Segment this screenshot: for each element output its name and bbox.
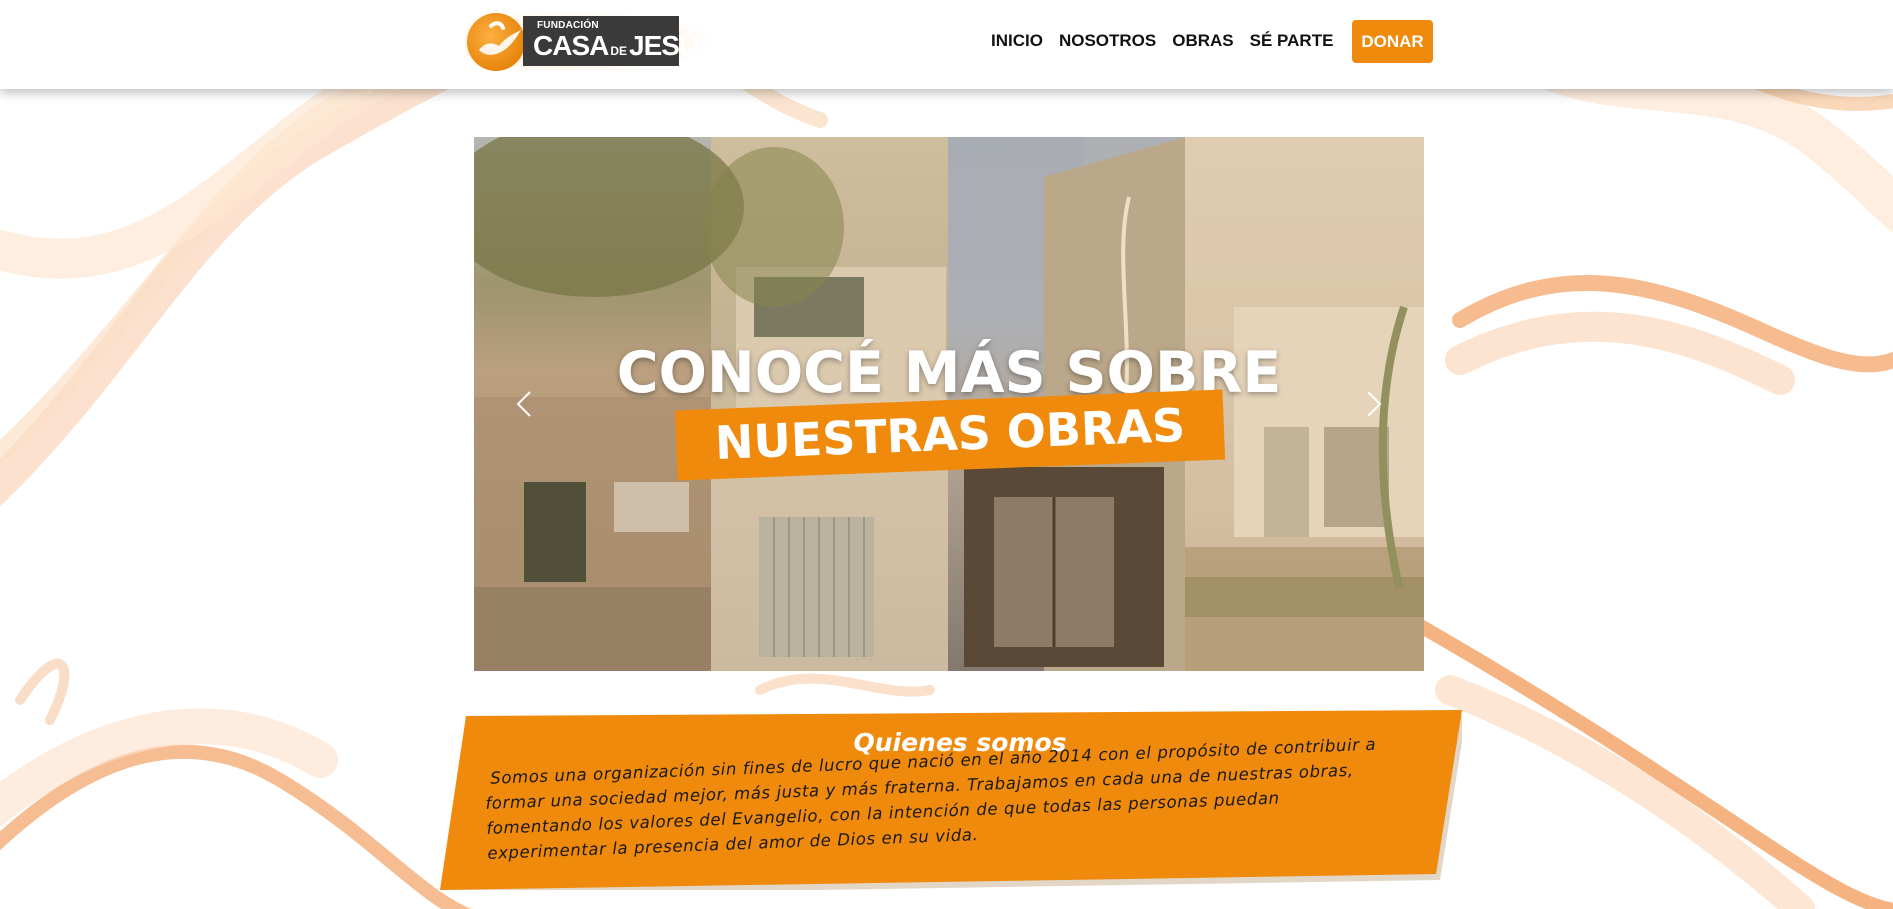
chevron-right-icon[interactable]: [1358, 389, 1388, 419]
nav-item-inicio[interactable]: INICIO: [991, 31, 1043, 51]
nav-item-se-parte[interactable]: SÉ PARTE: [1250, 31, 1334, 51]
nav-item-obras[interactable]: OBRAS: [1172, 31, 1233, 51]
logo-text-part2: DE: [610, 44, 628, 58]
donate-button[interactable]: DONAR: [1352, 20, 1433, 63]
nav-item-nosotros[interactable]: NOSOTROS: [1059, 31, 1156, 51]
logo-text-part1: CASA: [533, 30, 609, 61]
logo-text-big: CASA DEJESÚS: [533, 30, 717, 62]
main-nav: INICIO NOSOTROS OBRAS SÉ PARTE: [991, 31, 1349, 51]
hand-icon: [479, 21, 521, 55]
hero-slider[interactable]: CONOCÉ MÁS SOBRE NUESTRAS OBRAS: [474, 137, 1424, 671]
logo-text-part3: JESÚS: [629, 30, 717, 61]
brand-logo[interactable]: FUNDACIÓN CASA DEJESÚS: [465, 10, 717, 74]
chevron-left-icon[interactable]: [510, 389, 540, 419]
site-header: FUNDACIÓN CASA DEJESÚS INICIO NOSOTROS OB…: [0, 0, 1893, 89]
hero-title-line1: CONOCÉ MÁS SOBRE: [616, 340, 1282, 406]
about-section: Quienes somos Somos una organización sin…: [440, 710, 1462, 890]
